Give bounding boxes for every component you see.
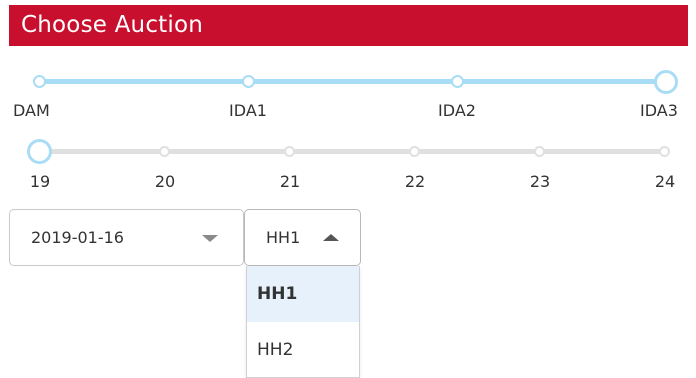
- section-header: Choose Auction: [9, 5, 688, 46]
- auction-tick-dam[interactable]: [33, 75, 46, 88]
- hour-option-hh2[interactable]: HH2: [247, 322, 359, 378]
- date-select[interactable]: 2019-01-16: [9, 209, 244, 266]
- day-label-22: 22: [404, 172, 426, 191]
- auction-slider-track[interactable]: [40, 79, 666, 84]
- day-label-23: 23: [529, 172, 551, 191]
- day-label-21: 21: [279, 172, 301, 191]
- day-tick-22[interactable]: [409, 146, 420, 157]
- chevron-up-icon[interactable]: [323, 234, 339, 241]
- auction-tick-ida2[interactable]: [451, 75, 464, 88]
- hour-option-hh1[interactable]: HH1: [247, 266, 359, 322]
- hour-select-value: HH1: [266, 228, 301, 247]
- section-title: Choose Auction: [21, 12, 204, 38]
- auction-label-ida2: IDA2: [438, 101, 476, 120]
- day-label-24: 24: [654, 172, 676, 191]
- day-slider-handle[interactable]: [27, 139, 52, 164]
- auction-label-ida3: IDA3: [640, 101, 678, 120]
- auction-slider-handle[interactable]: [654, 70, 678, 94]
- day-label-19: 19: [29, 172, 51, 191]
- auction-label-ida1: IDA1: [229, 101, 267, 120]
- day-tick-21[interactable]: [284, 146, 295, 157]
- hour-select[interactable]: HH1: [244, 209, 361, 266]
- day-tick-23[interactable]: [534, 146, 545, 157]
- auction-tick-ida1[interactable]: [242, 75, 255, 88]
- day-label-20: 20: [154, 172, 176, 191]
- chevron-down-icon[interactable]: [202, 235, 218, 242]
- day-tick-20[interactable]: [159, 146, 170, 157]
- day-tick-24[interactable]: [659, 146, 670, 157]
- date-select-value: 2019-01-16: [31, 228, 124, 247]
- day-slider-track[interactable]: [40, 149, 666, 154]
- hour-select-menu: HH1 HH2: [246, 266, 360, 378]
- auction-label-dam: DAM: [13, 101, 50, 120]
